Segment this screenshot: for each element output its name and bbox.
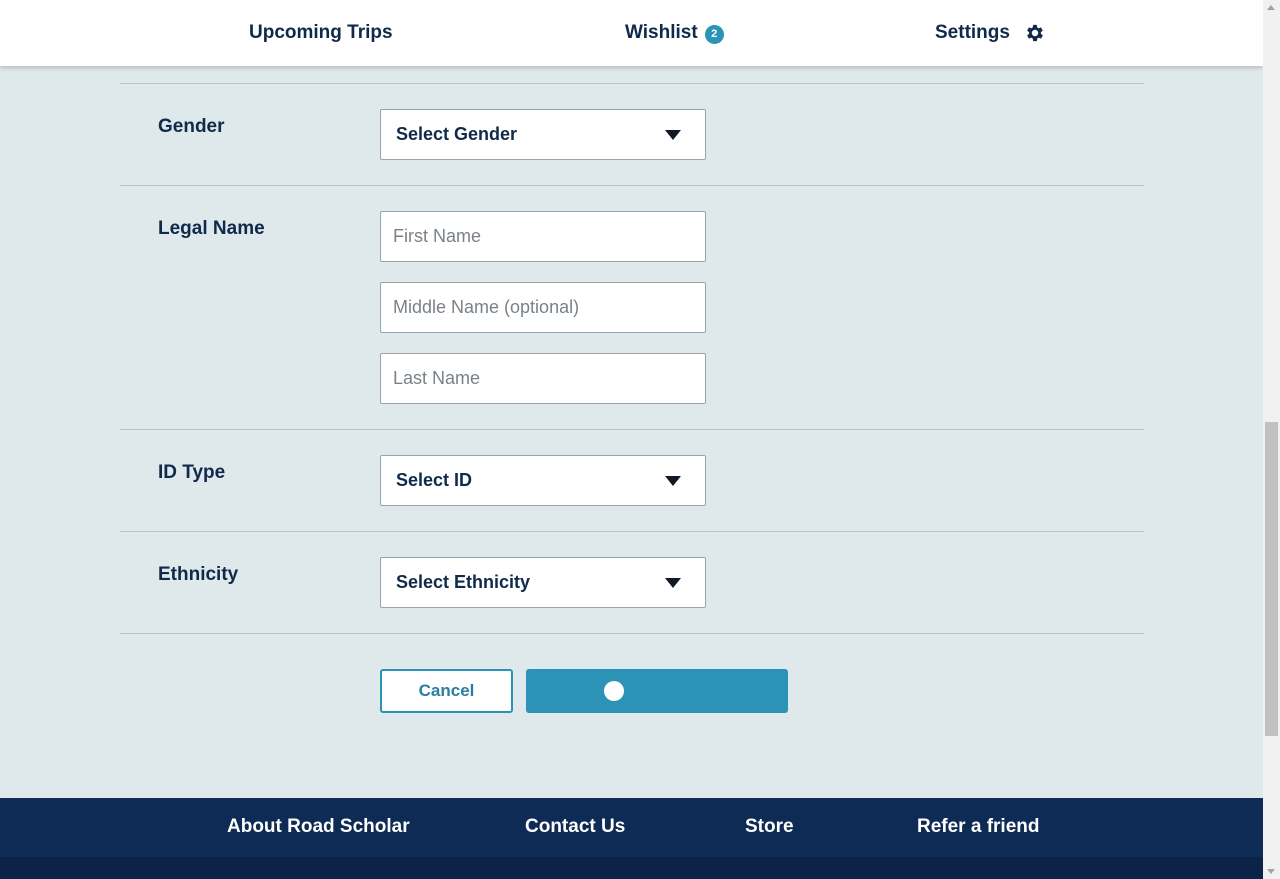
scroll-up-arrow-icon[interactable] bbox=[1267, 5, 1275, 10]
ethnicity-label: Ethnicity bbox=[158, 564, 239, 585]
id-type-label: ID Type bbox=[158, 462, 226, 483]
vertical-scrollbar[interactable] bbox=[1263, 0, 1280, 879]
gender-label: Gender bbox=[158, 116, 225, 137]
nav-settings[interactable]: Settings bbox=[935, 20, 1046, 46]
cancel-button[interactable]: Cancel bbox=[380, 669, 513, 713]
top-navigation: Upcoming Trips Wishlist 2 Settings bbox=[0, 0, 1263, 66]
chevron-down-icon bbox=[665, 578, 681, 588]
id-type-select-value: Select ID bbox=[396, 470, 473, 490]
gear-icon bbox=[1024, 22, 1046, 44]
chevron-down-icon bbox=[665, 476, 681, 486]
nav-settings-label: Settings bbox=[935, 22, 1010, 43]
footer-bottom-bar bbox=[0, 857, 1263, 879]
middle-name-field[interactable] bbox=[380, 282, 706, 333]
footer-link-store[interactable]: Store bbox=[745, 816, 794, 838]
page-viewport: Upcoming Trips Wishlist 2 Settings Gende… bbox=[0, 0, 1263, 879]
nav-upcoming-trips[interactable]: Upcoming Trips bbox=[249, 20, 393, 46]
save-button[interactable] bbox=[526, 669, 788, 713]
section-divider bbox=[120, 83, 1144, 84]
cancel-button-label: Cancel bbox=[418, 681, 475, 700]
ethnicity-select-value: Select Ethnicity bbox=[396, 572, 531, 592]
gender-select-value: Select Gender bbox=[396, 124, 518, 144]
section-divider bbox=[120, 185, 1144, 186]
id-type-select[interactable]: Select ID bbox=[380, 455, 706, 506]
legal-name-label: Legal Name bbox=[158, 218, 265, 239]
nav-wishlist-label: Wishlist bbox=[625, 22, 698, 43]
loading-spinner-icon bbox=[604, 681, 624, 701]
section-divider bbox=[120, 633, 1144, 634]
nav-upcoming-trips-label: Upcoming Trips bbox=[249, 22, 393, 43]
footer-link-refer[interactable]: Refer a friend bbox=[917, 816, 1039, 838]
footer-link-about[interactable]: About Road Scholar bbox=[227, 816, 410, 838]
footer-link-contact[interactable]: Contact Us bbox=[525, 816, 625, 838]
first-name-field[interactable] bbox=[380, 211, 706, 262]
site-footer: About Road Scholar Contact Us Store Refe… bbox=[0, 798, 1263, 879]
gender-select[interactable]: Select Gender bbox=[380, 109, 706, 160]
scroll-down-arrow-icon[interactable] bbox=[1267, 869, 1275, 874]
scrollbar-thumb[interactable] bbox=[1265, 422, 1278, 736]
section-divider bbox=[120, 429, 1144, 430]
nav-wishlist[interactable]: Wishlist 2 bbox=[625, 20, 724, 46]
section-divider bbox=[120, 531, 1144, 532]
last-name-field[interactable] bbox=[380, 353, 706, 404]
ethnicity-select[interactable]: Select Ethnicity bbox=[380, 557, 706, 608]
wishlist-count-badge: 2 bbox=[704, 24, 724, 44]
chevron-down-icon bbox=[665, 130, 681, 140]
